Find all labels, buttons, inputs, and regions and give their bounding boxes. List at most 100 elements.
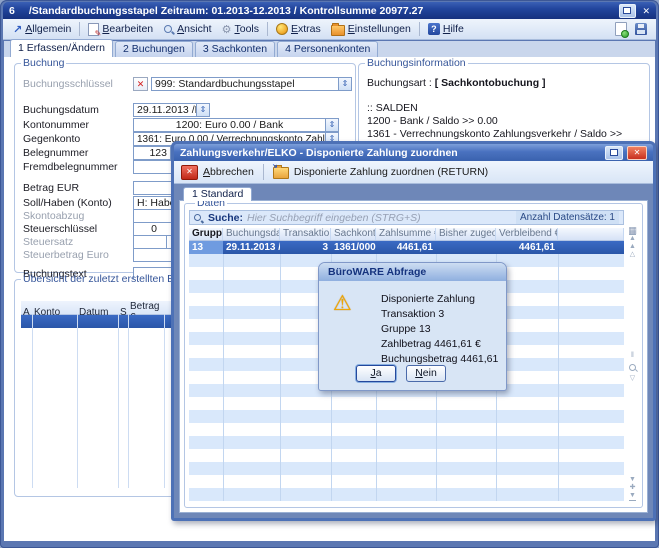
menu-extras[interactable]: Extras bbox=[271, 21, 326, 37]
edit-page-icon bbox=[88, 23, 99, 36]
search-input[interactable]: Hier Suchbegriff eingeben (STRG+S) bbox=[247, 212, 512, 224]
betrag-label: Betrag EUR bbox=[23, 182, 133, 194]
column-chooser-icon[interactable]: ▦ bbox=[628, 226, 637, 234]
buchungsart-label: Buchungsart : bbox=[367, 77, 432, 89]
menu-separator bbox=[267, 22, 268, 36]
main-tabstrip: 1 Erfassen/Ändern 2 Buchungen 3 Sachkont… bbox=[4, 41, 655, 57]
col-buchungsdatum[interactable]: Buchungsdatum bbox=[223, 228, 280, 240]
add-icon[interactable]: ✚ bbox=[630, 484, 636, 492]
table-side-toolbar: ▦ ▲ ▲ △ ‖ ▽ ▼ ✚ ▼ bbox=[625, 226, 640, 501]
warning-icon: ⚠ bbox=[333, 291, 352, 316]
steuerschluessel-label: Steuerschlüssel bbox=[23, 223, 133, 235]
skontoabzug-label: Skontoabzug bbox=[23, 210, 133, 222]
col-bisher-zugeordnet[interactable]: Bisher zugeordnet bbox=[436, 228, 496, 240]
steuersatz-field[interactable] bbox=[133, 235, 167, 249]
buchungsinformation-legend: Buchungsinformation bbox=[365, 57, 468, 69]
tab-buchungen[interactable]: 2 Buchungen bbox=[115, 41, 193, 57]
col-verbleibend[interactable]: Verbleibend € bbox=[496, 228, 558, 240]
menu-separator bbox=[419, 22, 420, 36]
menu-separator bbox=[79, 22, 80, 36]
magnifier-icon bbox=[163, 24, 174, 35]
col-transaktion[interactable]: Transaktion bbox=[280, 228, 331, 240]
new-document-icon[interactable] bbox=[615, 22, 627, 36]
cancel-icon[interactable]: ✕ bbox=[181, 165, 198, 180]
restore-icon[interactable] bbox=[619, 4, 636, 18]
menu-label: Extras bbox=[291, 23, 321, 35]
window-title: /Standardbuchungsstapel Zeitraum: 01.201… bbox=[29, 5, 620, 17]
scroll-top-icon[interactable]: ▲ bbox=[629, 234, 636, 243]
steuersatz-label: Steuersatz bbox=[23, 236, 133, 248]
assign-button[interactable]: Disponierte Zahlung zuordnen (RETURN) bbox=[294, 166, 488, 178]
messagebox-text: Disponierte Zahlung Transaktion 3 Gruppe… bbox=[381, 292, 506, 367]
zoom-search-icon[interactable] bbox=[628, 363, 637, 372]
menu-einstellungen[interactable]: Einstellungen bbox=[326, 20, 416, 38]
menu-tools[interactable]: ⚙Tools bbox=[217, 21, 264, 38]
menu-label: Tools bbox=[234, 23, 259, 35]
buchungsart-value: [ Sachkontobuchung ] bbox=[435, 77, 546, 89]
menu-allgemein[interactable]: ↗Allgemein bbox=[8, 21, 76, 38]
sollhaben-label: Soll/Haben (Konto) bbox=[23, 197, 133, 209]
close-icon[interactable]: ✕ bbox=[642, 5, 650, 17]
nein-button[interactable]: Nein bbox=[406, 365, 446, 382]
menu-hilfe[interactable]: ?Hilfe bbox=[423, 21, 469, 37]
kontonummer-field[interactable]: 1200: Euro 0.00 / Bank bbox=[133, 118, 326, 132]
dropdown-spinner-icon[interactable]: ⇕ bbox=[326, 118, 339, 132]
cell-transaktion: 3 bbox=[280, 241, 331, 254]
assign-folder-icon[interactable] bbox=[273, 167, 289, 179]
pause-icon[interactable]: ‖ bbox=[631, 352, 634, 360]
search-bar[interactable]: Suche: Hier Suchbegriff eingeben (STRG+S… bbox=[189, 210, 624, 225]
cell-gruppe: 13 bbox=[189, 241, 223, 254]
msg-line-zahlbetrag: Zahlbetrag 4461,61 € bbox=[381, 337, 506, 352]
save-icon[interactable] bbox=[635, 23, 647, 35]
menu-ansicht[interactable]: Ansicht bbox=[158, 21, 216, 37]
kontonummer-label: Kontonummer bbox=[23, 119, 133, 131]
tab-personenkonten[interactable]: 4 Personenkonten bbox=[277, 41, 378, 57]
settings-folder-icon bbox=[331, 25, 345, 36]
dialog-toolbar: ✕ Abbrechen Disponierte Zahlung zuordnen… bbox=[174, 161, 653, 184]
cell-bisher-zugeordnet bbox=[436, 241, 496, 254]
cancel-button[interactable]: Abbrechen bbox=[203, 166, 254, 178]
main-titlebar[interactable]: 6 /Standardbuchungsstapel Zeitraum: 01.2… bbox=[3, 2, 656, 19]
steuerbetrag-label: Steuerbetrag Euro bbox=[23, 249, 133, 261]
clear-field-icon[interactable]: ✕ bbox=[133, 77, 148, 91]
steuerschluessel-field[interactable]: 0 bbox=[133, 222, 175, 236]
msg-line-transaktion: Transaktion 3 bbox=[381, 307, 506, 322]
gegenkonto-label: Gegenkonto bbox=[23, 133, 133, 145]
payment-row-selected[interactable]: 13 29.11.2013 /Fr 3 1361/000 4461,61 446… bbox=[189, 241, 624, 254]
msg-line-disponierte-zahlung: Disponierte Zahlung bbox=[381, 292, 506, 307]
col-gruppe[interactable]: Gruppe bbox=[189, 228, 223, 240]
ja-button[interactable]: Ja bbox=[356, 365, 396, 382]
dialog-tab-standard[interactable]: 1 Standard bbox=[183, 187, 252, 201]
dialog-title: Zahlungsverkehr/ELKO - Disponierte Zahlu… bbox=[180, 147, 605, 159]
payments-table-header[interactable]: Gruppe Buchungsdatum Transaktion Sachkon… bbox=[189, 228, 624, 241]
col-sachkonto[interactable]: Sachkonto bbox=[331, 228, 376, 240]
tab-erfassen-aendern[interactable]: 1 Erfassen/Ändern bbox=[10, 39, 113, 57]
menu-label: Ansicht bbox=[177, 23, 211, 35]
menu-label: Allgemein bbox=[25, 23, 71, 35]
msg-line-gruppe: Gruppe 13 bbox=[381, 322, 506, 337]
messagebox-titlebar[interactable]: BüroWARE Abfrage bbox=[319, 263, 506, 281]
dropdown-spinner-icon[interactable]: ⇕ bbox=[339, 77, 352, 91]
dialog-titlebar[interactable]: Zahlungsverkehr/ELKO - Disponierte Zahlu… bbox=[174, 144, 653, 161]
buchungsdatum-field[interactable]: 29.11.2013 /Fr bbox=[133, 103, 197, 117]
belegnummer-label: Belegnummer bbox=[23, 147, 133, 159]
belegnummer-field[interactable]: 123 bbox=[133, 146, 171, 160]
scroll-down-icon[interactable]: ▼ bbox=[629, 476, 636, 484]
dialog-close-icon[interactable]: ✕ bbox=[627, 146, 647, 160]
menu-bearbeiten[interactable]: Bearbeiten bbox=[83, 21, 158, 38]
record-count: Anzahl Datensätze: 1 bbox=[516, 211, 619, 224]
dropdown-spinner-icon[interactable]: ⇕ bbox=[197, 103, 210, 117]
buchungsschluessel-label: Buchungsschlüssel bbox=[23, 78, 133, 90]
buchungsschluessel-field[interactable]: 999: Standardbuchungsstapel bbox=[151, 77, 339, 91]
buchung-legend: Buchung bbox=[21, 57, 66, 69]
select-icon[interactable]: ▽ bbox=[630, 375, 635, 383]
menu-label: Bearbeiten bbox=[102, 23, 153, 35]
col-zahlsumme[interactable]: Zahlsumme € bbox=[376, 228, 436, 240]
arrow-ne-icon: ↗ bbox=[13, 23, 22, 36]
extras-icon bbox=[276, 23, 288, 35]
page-up-icon[interactable]: △ bbox=[630, 251, 635, 259]
scroll-up-icon[interactable]: ▲ bbox=[629, 243, 636, 251]
scroll-bottom-icon[interactable]: ▼ bbox=[629, 492, 636, 501]
dialog-maximize-icon[interactable] bbox=[605, 146, 623, 160]
tab-sachkonten[interactable]: 3 Sachkonten bbox=[195, 41, 275, 57]
